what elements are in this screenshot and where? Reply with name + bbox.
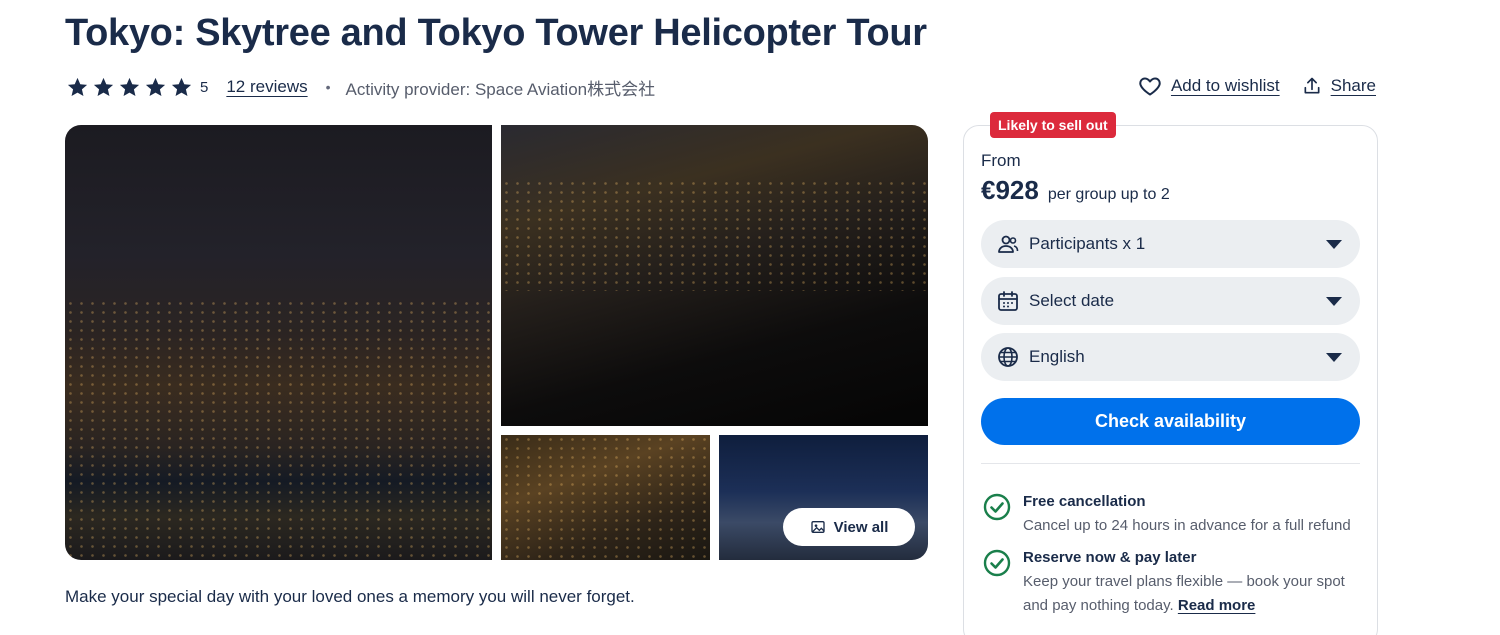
- reviews-link[interactable]: 12 reviews: [226, 77, 307, 97]
- separator-dot: •: [325, 79, 331, 95]
- check-circle-icon: [983, 493, 1011, 521]
- language-select[interactable]: English: [981, 333, 1360, 381]
- image-icon: [810, 521, 825, 533]
- check-availability-button[interactable]: Check availability: [981, 398, 1360, 445]
- city-lights-texture: [501, 179, 928, 291]
- wishlist-label: Add to wishlist: [1170, 76, 1280, 95]
- feature-description-wrap: Keep your travel plans flexible — book y…: [1023, 570, 1363, 618]
- feature-description: Cancel up to 24 hours in advance for a f…: [1023, 517, 1351, 534]
- add-to-wishlist-button[interactable]: Add to wishlist: [1138, 74, 1280, 98]
- star-icon: [93, 77, 114, 96]
- price-unit: per group up to 2: [1047, 186, 1170, 203]
- feature-free-cancellation: Free cancellation Cancel up to 24 hours …: [983, 493, 1363, 538]
- share-button[interactable]: Share: [1302, 76, 1376, 96]
- price-row: €928 per group up to 2: [981, 175, 1170, 206]
- date-select[interactable]: Select date: [981, 277, 1360, 325]
- gallery-photo-cockpit[interactable]: [501, 125, 928, 426]
- chevron-down-icon: [1326, 296, 1342, 306]
- language-label: English: [1029, 347, 1085, 366]
- calendar-icon: [998, 291, 1018, 311]
- star-rating: [66, 76, 193, 99]
- city-lights-texture: [501, 435, 710, 560]
- city-lights-texture: [65, 299, 492, 560]
- price-value: €928: [981, 175, 1039, 205]
- check-circle-icon: [983, 549, 1011, 577]
- view-all-label: View all: [833, 518, 889, 536]
- chevron-down-icon: [1326, 352, 1342, 362]
- activity-provider: Activity provider: Space Aviation株式会社: [345, 79, 656, 99]
- view-all-button[interactable]: View all: [783, 508, 915, 546]
- gallery-photo-buildings[interactable]: [501, 435, 710, 560]
- activity-description: Make your special day with your loved on…: [65, 587, 635, 606]
- sell-out-badge: Likely to sell out: [990, 112, 1116, 138]
- share-label: Share: [1330, 76, 1376, 95]
- rating-value: 5: [200, 78, 209, 96]
- page-title: Tokyo: Skytree and Tokyo Tower Helicopte…: [65, 12, 927, 54]
- activity-meta: 5 12 reviews • Activity provider: Space …: [66, 74, 655, 100]
- date-label: Select date: [1029, 291, 1115, 310]
- heart-icon: [1139, 77, 1161, 96]
- gallery-photo-main[interactable]: [65, 125, 492, 560]
- star-icon: [67, 77, 88, 96]
- share-icon: [1304, 77, 1320, 94]
- card-divider: [981, 463, 1360, 464]
- star-icon: [119, 77, 140, 96]
- star-icon: [145, 77, 166, 96]
- participants-icon: [998, 235, 1019, 253]
- page-actions: Add to wishlist Share: [1138, 74, 1376, 98]
- star-icon: [171, 77, 192, 96]
- price-from-label: From: [981, 151, 1021, 170]
- read-more-link[interactable]: Read more: [1178, 597, 1256, 614]
- feature-title: Free cancellation: [1023, 493, 1146, 510]
- participants-select[interactable]: Participants x 1: [981, 220, 1360, 268]
- feature-title: Reserve now & pay later: [1023, 549, 1197, 566]
- chevron-down-icon: [1326, 239, 1342, 249]
- feature-reserve-now: Reserve now & pay later Keep your travel…: [983, 549, 1363, 618]
- participants-label: Participants x 1: [1029, 234, 1146, 253]
- globe-icon: [998, 347, 1018, 367]
